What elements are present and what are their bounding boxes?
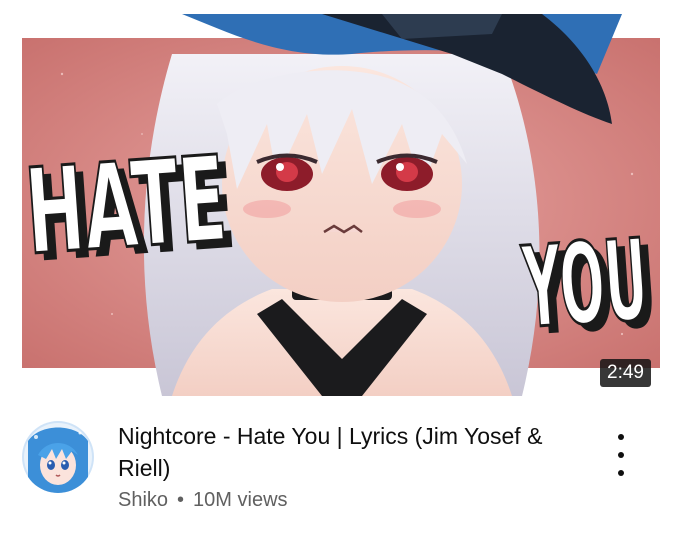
more-vert-icon[interactable] (606, 434, 636, 476)
video-title[interactable]: Nightcore - Hate You | Lyrics (Jim Yosef… (118, 420, 598, 484)
video-metadata: Shiko • 10M views (118, 487, 288, 513)
video-thumbnail[interactable]: HATE HATE YOU YOU 2:49 (22, 14, 660, 396)
channel-avatar-anime-icon (22, 421, 94, 493)
meta-separator: • (177, 489, 185, 511)
more-dot (618, 470, 624, 476)
more-dot (618, 434, 624, 440)
view-count: 10M views (193, 489, 288, 511)
more-dot (618, 452, 624, 458)
duration-badge: 2:49 (600, 359, 651, 387)
thumbnail-text-hate: HATE (22, 130, 231, 282)
channel-name[interactable]: Shiko (118, 489, 168, 511)
channel-avatar[interactable] (22, 421, 94, 493)
thumbnail-artwork: HATE HATE YOU YOU (22, 14, 660, 396)
thumbnail-text-you: YOU (518, 215, 652, 353)
